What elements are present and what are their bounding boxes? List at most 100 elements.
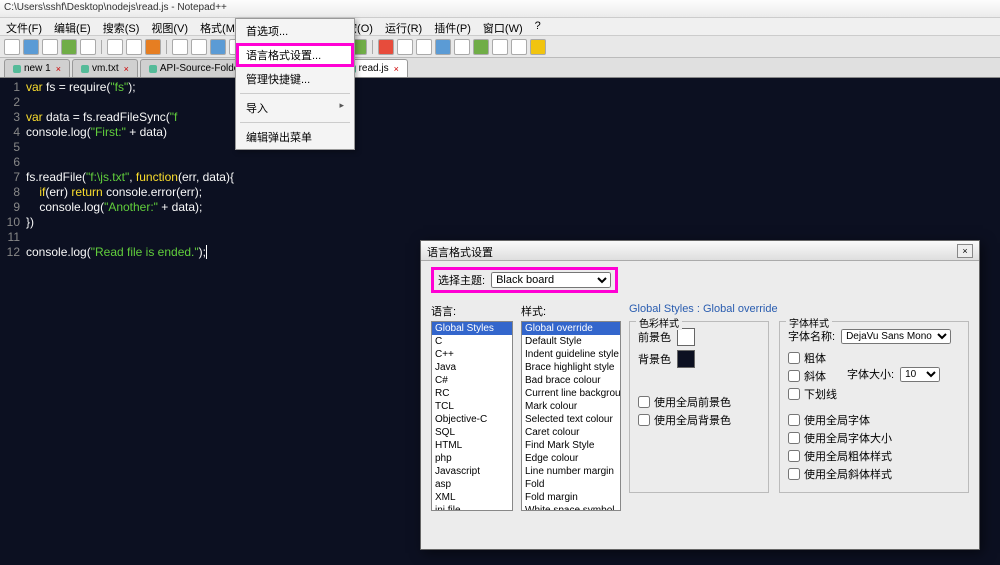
use-global-fg-checkbox[interactable] [638,396,650,408]
toolbar-button[interactable] [416,39,432,55]
record-macro-icon[interactable] [378,39,394,55]
font-size-label: 字体大小: [847,366,894,382]
italic-checkbox[interactable] [788,370,800,382]
list-item[interactable]: Mark colour [522,400,620,413]
underline-checkbox[interactable] [788,388,800,400]
list-item[interactable]: Global override [522,322,620,335]
list-item[interactable]: Default Style [522,335,620,348]
use-global-bg-checkbox[interactable] [638,414,650,426]
list-item[interactable]: php [432,452,512,465]
menu-dropdown-item[interactable]: 首选项... [236,19,354,43]
menu-dropdown-item[interactable]: 编辑弹出菜单 [236,125,354,149]
list-item[interactable]: Bad brace colour [522,374,620,387]
menu-dropdown-item[interactable]: 导入 [236,96,354,120]
toolbar-button[interactable] [492,39,508,55]
list-item[interactable]: Current line background [522,387,620,400]
toolbar-button[interactable] [61,39,77,55]
toolbar-button[interactable] [454,39,470,55]
style-configurator-dialog[interactable]: 语言格式设置 × 选择主题: Black board 语言: Global St… [420,240,980,550]
breadcrumb: Global Styles : Global override [629,303,969,315]
theme-label: 选择主题: [438,272,485,288]
menu-item[interactable]: 编辑(E) [48,18,97,35]
close-icon[interactable]: × [124,64,129,74]
menu-item[interactable]: 搜索(S) [97,18,146,35]
list-item[interactable]: ini file [432,504,512,511]
toolbar-button[interactable] [4,39,20,55]
list-item[interactable]: Java [432,361,512,374]
toolbar-button[interactable] [172,39,188,55]
list-item[interactable]: Indent guideline style [522,348,620,361]
close-icon[interactable]: × [394,64,399,74]
menu-bar: 文件(F)编辑(E)搜索(S)视图(V)格式(M)语言(L)设置(T)宏(O)运… [0,18,1000,36]
list-item[interactable]: RC [432,387,512,400]
toolbar-button[interactable] [397,39,413,55]
menu-item[interactable]: 运行(R) [379,18,428,35]
fg-label: 前景色 [638,329,671,345]
menu-dropdown-item[interactable]: 管理快捷键... [236,67,354,91]
toolbar-button[interactable] [210,39,226,55]
list-item[interactable]: C [432,335,512,348]
toolbar-button[interactable] [80,39,96,55]
language-list-label: 语言: [431,303,513,319]
settings-menu-dropdown: 首选项...语言格式设置...管理快捷键... 导入编辑弹出菜单 [235,18,355,150]
list-item[interactable]: XML [432,491,512,504]
toolbar-button[interactable] [126,39,142,55]
list-item[interactable]: asp [432,478,512,491]
menu-item[interactable]: 插件(P) [428,18,477,35]
list-item[interactable]: Line number margin [522,465,620,478]
style-list[interactable]: Global overrideDefault StyleIndent guide… [521,321,621,511]
menu-item[interactable]: 文件(F) [0,18,48,35]
menu-item[interactable]: 视图(V) [145,18,194,35]
use-global-size-checkbox[interactable] [788,432,800,444]
bg-label: 背景色 [638,351,671,367]
list-item[interactable]: Fold [522,478,620,491]
title-bar: C:\Users\sshf\Desktop\nodejs\read.js - N… [0,0,1000,18]
file-tab[interactable]: vm.txt× [72,59,138,77]
toolbar-button[interactable] [42,39,58,55]
fg-color-swatch[interactable] [677,328,695,346]
list-item[interactable]: TCL [432,400,512,413]
dialog-title-bar[interactable]: 语言格式设置 × [421,241,979,261]
menu-dropdown-item[interactable]: 语言格式设置... [236,43,354,67]
list-item[interactable]: Fold margin [522,491,620,504]
toolbar-button[interactable] [473,39,489,55]
language-list[interactable]: Global StylesCC++JavaC#RCTCLObjective-CS… [431,321,513,511]
list-item[interactable]: SQL [432,426,512,439]
file-tab[interactable]: new 1× [4,59,70,77]
toolbar-button[interactable] [145,39,161,55]
toolbar-button[interactable] [530,39,546,55]
list-item[interactable]: Global Styles [432,322,512,335]
list-item[interactable]: Selected text colour [522,413,620,426]
toolbar-button[interactable] [191,39,207,55]
use-global-italic-checkbox[interactable] [788,468,800,480]
list-item[interactable]: Find Mark Style [522,439,620,452]
use-global-font-checkbox[interactable] [788,414,800,426]
dialog-title: 语言格式设置 [427,244,493,257]
list-item[interactable]: White space symbol [522,504,620,511]
toolbar-button[interactable] [23,39,39,55]
close-icon[interactable]: × [56,64,61,74]
font-group-label: 字体样式 [786,315,832,330]
list-item[interactable]: HTML [432,439,512,452]
theme-select[interactable]: Black board [491,272,611,288]
close-icon[interactable]: × [957,244,973,258]
list-item[interactable]: C# [432,374,512,387]
bg-color-swatch[interactable] [677,350,695,368]
menu-item[interactable]: 窗口(W) [477,18,529,35]
toolbar-button[interactable] [107,39,123,55]
font-name-select[interactable]: DejaVu Sans Mono [841,329,951,344]
list-item[interactable]: Caret colour [522,426,620,439]
list-item[interactable]: C++ [432,348,512,361]
color-group-label: 色彩样式 [636,315,682,330]
menu-item[interactable]: ? [529,18,547,35]
font-size-select[interactable]: 10 [900,367,940,382]
list-item[interactable]: Javascript [432,465,512,478]
use-global-bold-checkbox[interactable] [788,450,800,462]
list-item[interactable]: Brace highlight style [522,361,620,374]
bold-checkbox[interactable] [788,352,800,364]
toolbar-button[interactable] [435,39,451,55]
style-list-label: 样式: [521,303,621,319]
list-item[interactable]: Edge colour [522,452,620,465]
toolbar-button[interactable] [511,39,527,55]
list-item[interactable]: Objective-C [432,413,512,426]
